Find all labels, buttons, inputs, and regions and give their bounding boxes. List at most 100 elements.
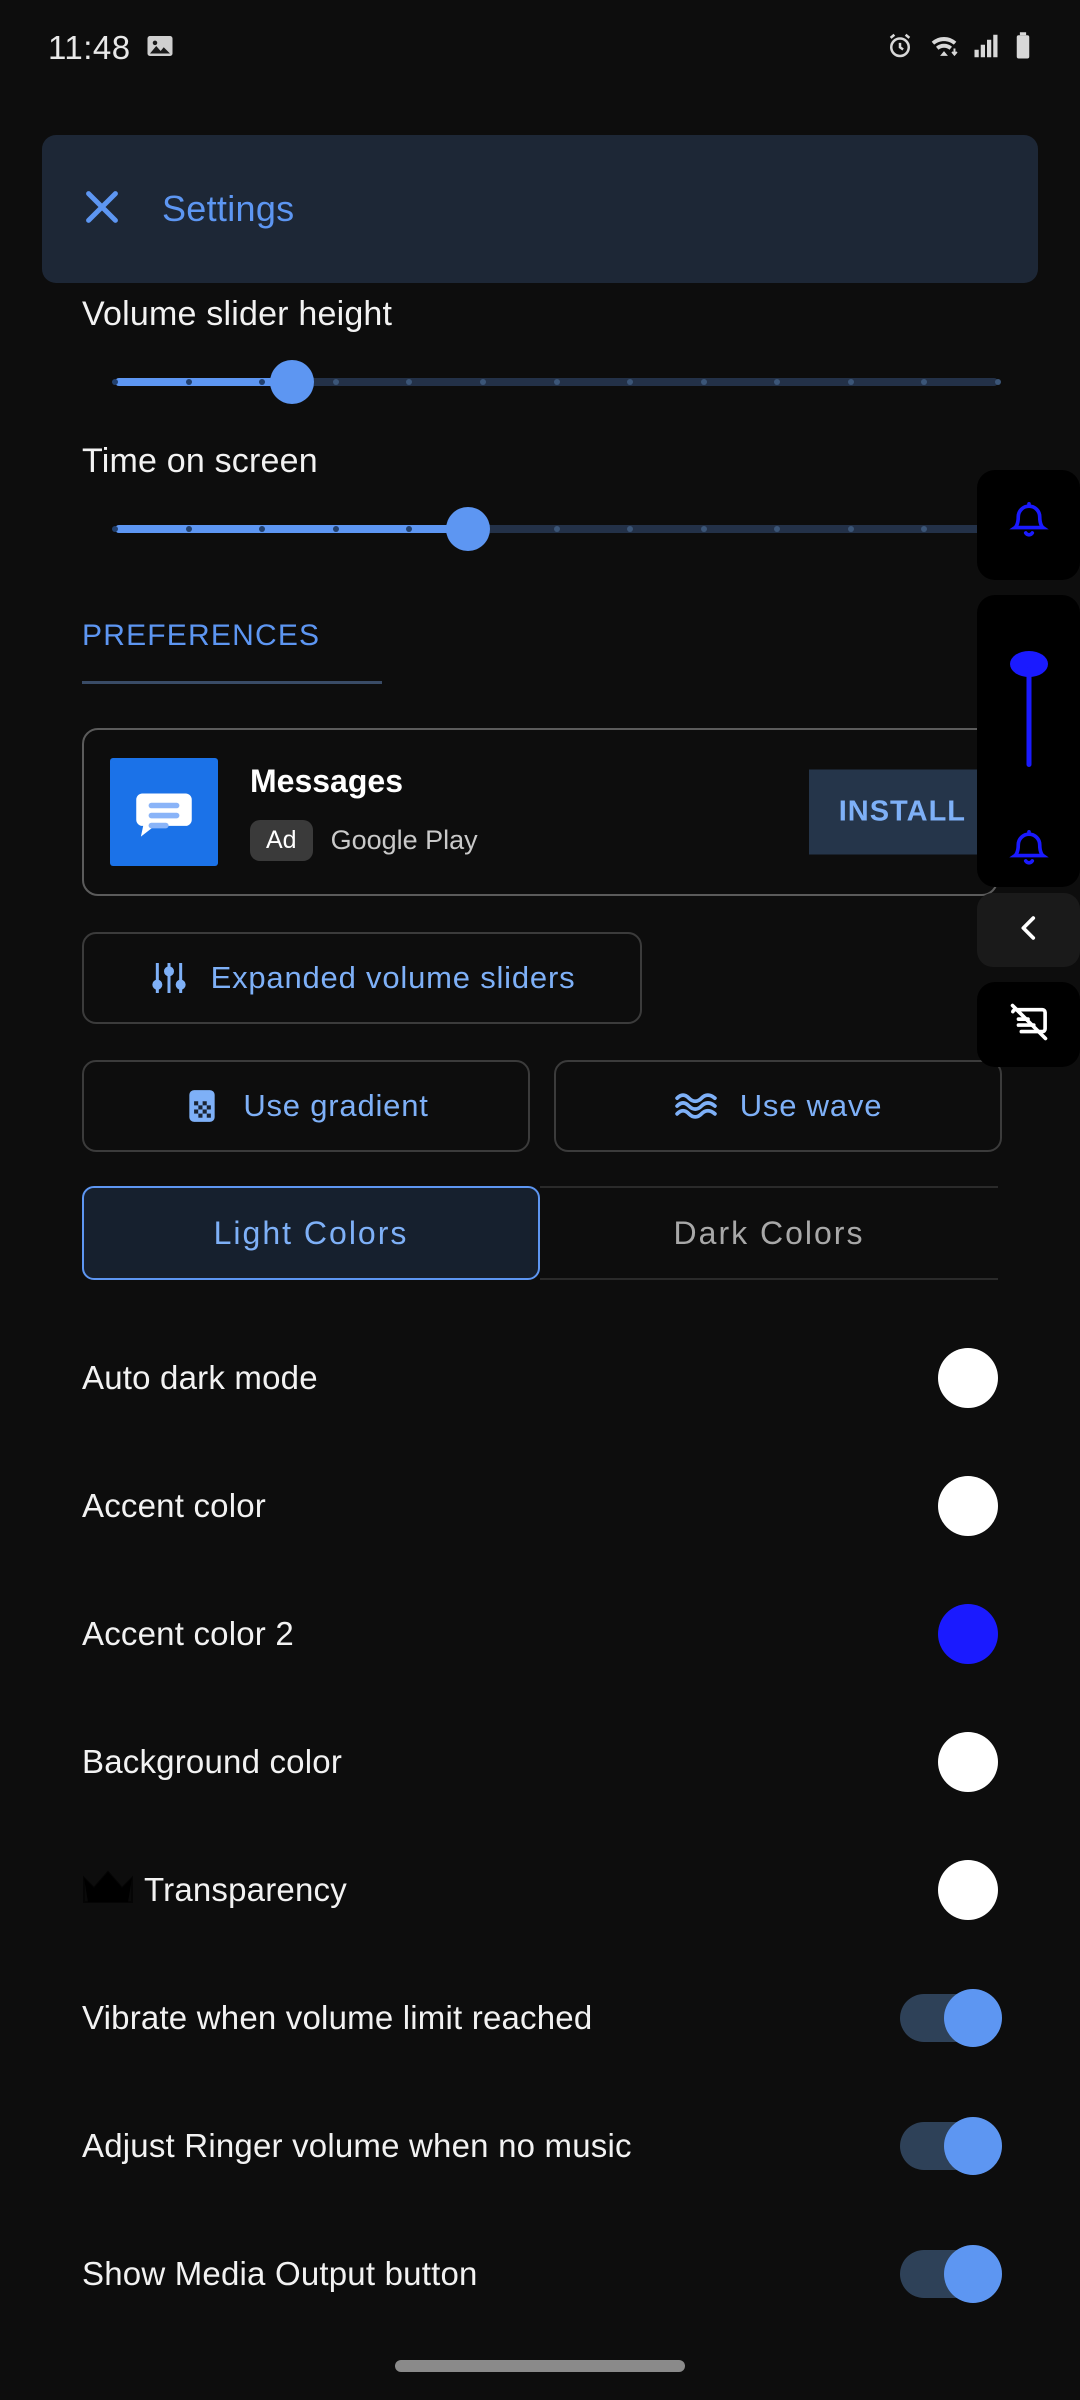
toggle-knob: [944, 2245, 1002, 2303]
gradient-icon: [183, 1087, 221, 1125]
use-wave-button[interactable]: Use wave: [554, 1060, 1002, 1152]
media-output-off-icon: [1006, 999, 1052, 1050]
settings-row-label: Show Media Output button: [82, 2255, 478, 2292]
use-gradient-button[interactable]: Use gradient: [82, 1060, 530, 1152]
settings-content: Volume slider height Time on screen PREF…: [0, 283, 1080, 2338]
settings-row-label: Accent color: [82, 1487, 266, 1524]
time-on-screen-slider[interactable]: [0, 481, 1080, 577]
slider-tick: [185, 379, 192, 385]
section-divider: [82, 681, 382, 684]
ad-text: Messages Ad Google Play: [250, 763, 478, 861]
screen: 11:48 Settings Volume slider height Time…: [0, 0, 1080, 2400]
ad-badge: Ad: [250, 820, 313, 861]
bell-icon: [1006, 500, 1052, 551]
slider-thumb[interactable]: [446, 507, 491, 551]
settings-row[interactable]: Accent color 2: [0, 1570, 1080, 1698]
settings-row[interactable]: Accent color: [0, 1442, 1080, 1570]
slider-tick: [700, 379, 707, 385]
settings-row[interactable]: Vibrate when volume limit reached: [0, 1954, 1080, 2082]
chevron-left-icon: [1012, 911, 1046, 950]
slider-label: Time on screen: [82, 442, 318, 480]
expanded-volume-sliders-button[interactable]: Expanded volume sliders: [82, 932, 642, 1024]
close-icon: [79, 184, 125, 235]
overlay-collapse-button[interactable]: [977, 893, 1080, 967]
settings-row[interactable]: Auto dark mode: [0, 1314, 1080, 1442]
slider-tick: [553, 526, 560, 532]
overlay-media-output-button[interactable]: [977, 982, 1080, 1067]
slider-tick: [700, 526, 707, 532]
tab-dark-colors[interactable]: Dark Colors: [540, 1186, 998, 1280]
toggle-knob: [944, 2117, 1002, 2175]
overlay-volume-slider[interactable]: [977, 595, 1080, 887]
ad-card[interactable]: Messages Ad Google Play INSTALL: [82, 728, 998, 896]
status-bar-left: 11:48: [48, 29, 175, 67]
settings-row-label: Accent color 2: [82, 1615, 294, 1652]
volume-slider-height-slider[interactable]: [0, 334, 1080, 430]
slider-tick: [332, 379, 339, 385]
page-title: Settings: [162, 188, 295, 229]
alarm-icon: [885, 31, 915, 66]
pill-row-style: Use gradient Use wave: [82, 1060, 1080, 1152]
sliders-icon: [149, 958, 189, 998]
tab-light-colors[interactable]: Light Colors: [82, 1186, 540, 1280]
pill-label: Use wave: [739, 1088, 883, 1123]
slider-tick: [406, 379, 413, 385]
settings-row[interactable]: Transparency: [0, 1826, 1080, 1954]
settings-row[interactable]: Background color: [0, 1698, 1080, 1826]
pill-label: Expanded volume sliders: [210, 960, 576, 995]
slider-tick: [627, 379, 634, 385]
status-bar-right: [885, 31, 1032, 66]
settings-row-label: Adjust Ringer volume when no music: [82, 2127, 632, 2164]
color-swatch[interactable]: [938, 1604, 998, 1664]
status-bar: 11:48: [0, 0, 1080, 96]
home-indicator: [395, 2360, 685, 2372]
ad-subline: Ad Google Play: [250, 820, 478, 861]
toggle-switch[interactable]: [900, 1989, 1002, 2047]
slider-tick: [479, 379, 486, 385]
pill-row-expanded: Expanded volume sliders: [82, 932, 1080, 1024]
settings-row-label: Vibrate when volume limit reached: [82, 1999, 593, 2036]
pill-label: Use gradient: [243, 1088, 429, 1123]
ad-source: Google Play: [330, 825, 478, 855]
section-header-preferences: PREFERENCES: [82, 619, 321, 652]
slider-tick: [847, 526, 854, 532]
color-swatch[interactable]: [938, 1732, 998, 1792]
status-time: 11:48: [48, 29, 131, 66]
slider-tick: [627, 526, 634, 532]
toggle-switch[interactable]: [900, 2245, 1002, 2303]
overlay-slider-body[interactable]: [977, 595, 1080, 887]
color-swatch[interactable]: [938, 1860, 998, 1920]
ad-install-button[interactable]: INSTALL: [808, 769, 996, 855]
slider-label: Volume slider height: [82, 295, 393, 333]
close-button[interactable]: [42, 184, 162, 235]
slider-tick: [332, 526, 339, 532]
slider-track[interactable]: [112, 378, 1001, 386]
slider-tick: [259, 379, 266, 385]
slider-tick: [112, 526, 118, 532]
setting-volume-slider-height: Volume slider height: [0, 283, 1080, 430]
overlay-slider-track[interactable]: [1026, 667, 1031, 767]
ad-app-name: Messages: [250, 763, 403, 799]
toggle-switch[interactable]: [900, 2117, 1002, 2175]
slider-tick: [112, 379, 118, 385]
overlay-ringer-button[interactable]: [977, 470, 1080, 580]
slider-tick: [847, 379, 854, 385]
setting-time-on-screen: Time on screen: [0, 430, 1080, 577]
slider-tick: [553, 379, 560, 385]
signal-icon: [973, 31, 1001, 66]
slider-tick: [921, 379, 928, 385]
settings-row-label: Transparency: [144, 1871, 347, 1908]
settings-row[interactable]: Show Media Output button: [0, 2210, 1080, 2338]
color-swatch[interactable]: [938, 1348, 998, 1408]
slider-thumb[interactable]: [269, 360, 314, 404]
settings-row-label: Background color: [82, 1743, 343, 1780]
settings-header: Settings: [42, 135, 1038, 283]
battery-icon: [1014, 31, 1032, 66]
slider-tick: [406, 526, 413, 532]
settings-row[interactable]: Adjust Ringer volume when no music: [0, 2082, 1080, 2210]
slider-fill: [115, 525, 469, 533]
settings-row-list: Auto dark mode Accent color Accent color 2…: [0, 1314, 1080, 2338]
slider-tick: [774, 526, 781, 532]
slider-track[interactable]: [112, 525, 1001, 533]
color-swatch[interactable]: [938, 1476, 998, 1536]
